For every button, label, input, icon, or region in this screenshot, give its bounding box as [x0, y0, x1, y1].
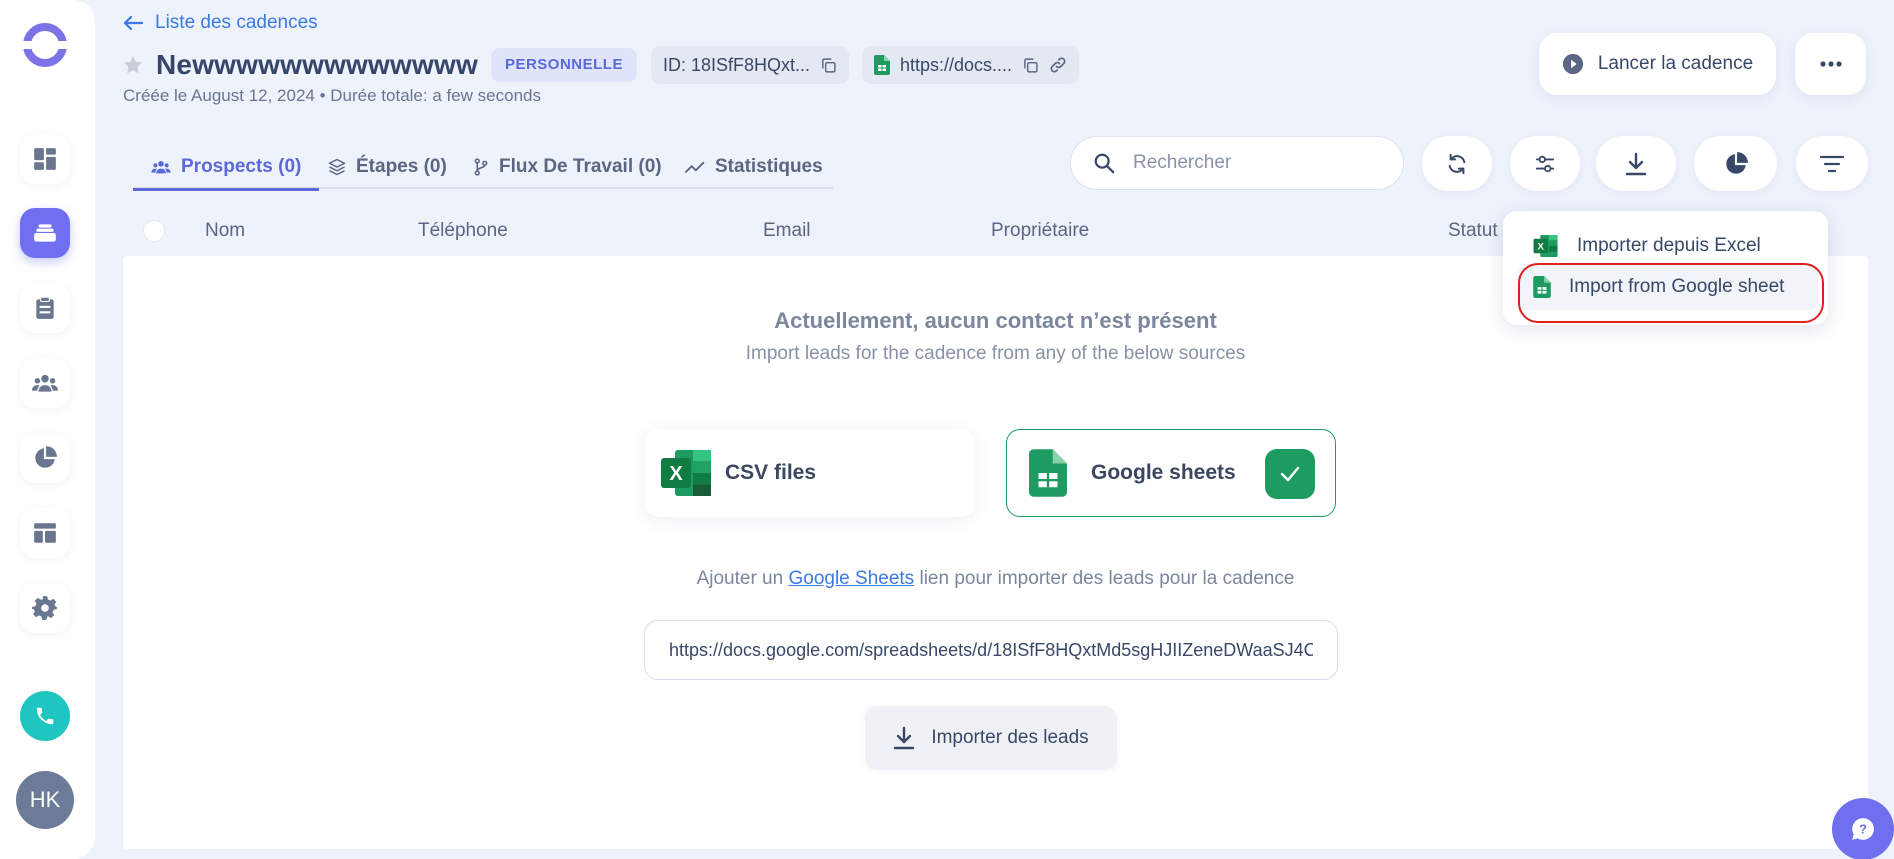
- import-leads-label: Importer des leads: [931, 726, 1089, 748]
- page-subtitle: Créée le August 12, 2024 • Durée totale:…: [123, 86, 541, 105]
- trend-line-icon: [685, 161, 705, 173]
- sidebar-item-tasks[interactable]: [20, 283, 70, 333]
- search-input[interactable]: [1133, 152, 1373, 174]
- more-options-button[interactable]: [1795, 33, 1866, 95]
- refresh-icon: [1448, 153, 1466, 174]
- clipboard-icon: [36, 296, 54, 319]
- empty-state-panel: Actuellement, aucun contact n’est présen…: [123, 256, 1868, 849]
- google-sheets-helper-text: Ajouter un Google Sheets lien pour impor…: [123, 568, 1868, 590]
- stack-icon: [34, 224, 56, 242]
- column-status[interactable]: Statut: [1448, 207, 1498, 254]
- selected-check-badge: [1265, 449, 1315, 499]
- highlight-ring: [1518, 263, 1824, 323]
- back-link-label: Liste des cadences: [155, 12, 318, 33]
- title-row: Newwwwwwwwwwwww PERSONNELLE ID: 18ISfF8H…: [122, 46, 1092, 84]
- column-name[interactable]: Nom: [205, 207, 245, 254]
- adjust-settings-button[interactable]: [1510, 136, 1580, 191]
- id-chip: ID: 18ISfF8HQxt...: [650, 46, 849, 84]
- source-google-sheets-label: Google sheets: [1091, 461, 1236, 484]
- search-icon: [1094, 153, 1115, 174]
- tab-prospects[interactable]: Prospects (0): [132, 145, 320, 191]
- template-icon: [34, 523, 56, 543]
- help-chat-button[interactable]: ?: [1832, 798, 1894, 859]
- download-icon: [1625, 152, 1647, 175]
- tab-steps-label: Étapes (0): [356, 156, 447, 177]
- google-sheets-icon: [1029, 449, 1067, 497]
- filter-lines-icon: [1820, 155, 1844, 172]
- branch-icon: [474, 158, 488, 176]
- people-icon: [151, 161, 171, 174]
- launch-cadence-label: Lancer la cadence: [1597, 53, 1754, 74]
- source-csv-card[interactable]: X CSV files: [645, 429, 975, 517]
- menu-item-import-excel[interactable]: X Importer depuis Excel: [1533, 226, 1761, 266]
- import-leads-button[interactable]: Importer des leads: [865, 706, 1117, 769]
- svg-text:X: X: [1538, 241, 1545, 252]
- google-sheets-link[interactable]: Google Sheets: [788, 568, 914, 589]
- people-icon: [32, 374, 58, 392]
- pie-icon: [35, 446, 57, 468]
- google-sheets-icon: [874, 55, 890, 75]
- refresh-button[interactable]: [1422, 136, 1492, 191]
- excel-icon: X: [1533, 234, 1558, 258]
- page-title: Newwwwwwwwwwwww: [156, 49, 478, 80]
- stats-button[interactable]: [1694, 136, 1777, 191]
- layers-icon: [328, 158, 346, 176]
- svg-text:X: X: [669, 463, 683, 485]
- copy-icon[interactable]: [820, 57, 837, 74]
- filter-button[interactable]: [1796, 136, 1868, 191]
- star-icon[interactable]: [122, 54, 144, 76]
- check-icon: [1280, 466, 1300, 482]
- back-to-cadences-link[interactable]: Liste des cadences: [123, 12, 318, 34]
- launch-cadence-button[interactable]: Lancer la cadence: [1539, 33, 1776, 95]
- pie-icon: [1725, 151, 1748, 174]
- phone-icon: [36, 707, 54, 725]
- helper-prefix: Ajouter un: [696, 568, 784, 589]
- gear-icon: [32, 596, 57, 620]
- help-bubble-icon: ?: [1852, 818, 1874, 840]
- sidebar: HK: [0, 0, 95, 859]
- id-chip-label: ID: 18ISfF8HQxt...: [662, 54, 810, 75]
- column-phone[interactable]: Téléphone: [418, 207, 508, 254]
- personal-badge: PERSONNELLE: [490, 48, 637, 82]
- tab-workflows-label: Flux De Travail (0): [499, 156, 662, 177]
- phone-button[interactable]: [20, 691, 70, 741]
- sidebar-item-settings[interactable]: [20, 583, 70, 633]
- sliders-icon: [1535, 155, 1555, 172]
- excel-icon: X: [661, 450, 711, 496]
- copy-icon[interactable]: [1022, 57, 1039, 74]
- svg-text:?: ?: [1859, 821, 1867, 836]
- empty-state-subtitle: Import leads for the cadence from any of…: [745, 343, 1246, 364]
- sidebar-item-cadences[interactable]: [20, 208, 70, 258]
- tab-steps[interactable]: Étapes (0): [328, 145, 447, 189]
- tab-workflows[interactable]: Flux De Travail (0): [473, 145, 662, 189]
- google-sheets-url-input[interactable]: [644, 620, 1338, 680]
- sidebar-item-dashboard[interactable]: [20, 134, 70, 184]
- play-circle-icon: [1562, 53, 1583, 75]
- sheet-link-label: https://docs....: [900, 54, 1013, 75]
- tab-statistics-label: Statistiques: [715, 156, 823, 177]
- helper-suffix: lien pour importer des leads pour la cad…: [919, 568, 1295, 589]
- sidebar-item-people[interactable]: [20, 358, 70, 408]
- column-email[interactable]: Email: [763, 207, 811, 254]
- user-avatar[interactable]: HK: [16, 771, 74, 829]
- source-csv-label: CSV files: [725, 461, 817, 484]
- select-all-checkbox[interactable]: [143, 220, 165, 242]
- column-owner[interactable]: Propriétaire: [991, 207, 1089, 254]
- sidebar-item-templates[interactable]: [20, 508, 70, 558]
- arrow-left-icon: [123, 15, 143, 31]
- sidebar-item-analytics[interactable]: [20, 433, 70, 483]
- app-logo-icon[interactable]: [21, 21, 69, 69]
- link-icon[interactable]: [1049, 56, 1067, 74]
- download-icon: [894, 726, 915, 749]
- sheet-link-chip: https://docs....: [862, 46, 1080, 84]
- tab-bar: Prospects (0) Étapes (0) Flux De Travail…: [132, 145, 833, 191]
- ellipsis-icon: [1819, 61, 1842, 67]
- tab-prospects-label: Prospects (0): [181, 156, 302, 177]
- menu-item-import-excel-label: Importer depuis Excel: [1577, 235, 1761, 256]
- search-box: [1070, 136, 1404, 190]
- tab-statistics[interactable]: Statistiques: [685, 145, 823, 189]
- import-download-button[interactable]: [1596, 136, 1676, 191]
- source-google-sheets-card[interactable]: Google sheets: [1006, 429, 1336, 517]
- dashboard-icon: [34, 148, 56, 170]
